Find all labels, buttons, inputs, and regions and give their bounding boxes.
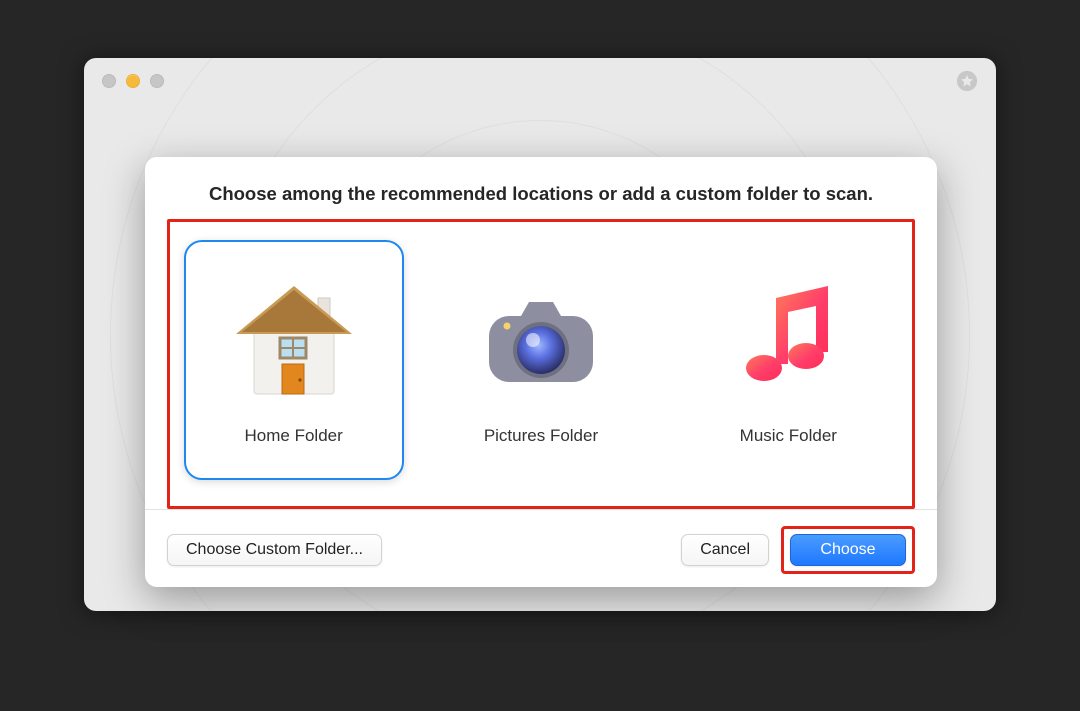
home-folder-icon (224, 268, 364, 408)
option-home-folder[interactable]: Home Folder (184, 240, 404, 480)
choose-custom-folder-button[interactable]: Choose Custom Folder... (167, 534, 382, 566)
window-titlebar (84, 58, 996, 104)
option-label-music: Music Folder (740, 426, 837, 446)
option-pictures-folder[interactable]: Pictures Folder (431, 240, 651, 480)
choose-button-callout: Choose (781, 526, 915, 574)
zoom-window-dot[interactable] (150, 74, 164, 88)
music-folder-icon (718, 268, 858, 408)
location-options-callout: Home Folder (167, 219, 915, 509)
close-window-dot[interactable] (102, 74, 116, 88)
sheet-footer: Choose Custom Folder... Cancel Choose (145, 509, 937, 592)
option-label-home: Home Folder (245, 426, 343, 446)
option-music-folder[interactable]: Music Folder (678, 240, 898, 480)
star-icon (956, 70, 978, 92)
minimize-window-dot[interactable] (126, 74, 140, 88)
pictures-folder-icon (471, 268, 611, 408)
sheet-title: Choose among the recommended locations o… (145, 157, 937, 219)
option-label-pictures: Pictures Folder (484, 426, 598, 446)
choose-location-sheet: Choose among the recommended locations o… (145, 157, 937, 587)
choose-button[interactable]: Choose (790, 534, 906, 566)
cancel-button[interactable]: Cancel (681, 534, 769, 566)
